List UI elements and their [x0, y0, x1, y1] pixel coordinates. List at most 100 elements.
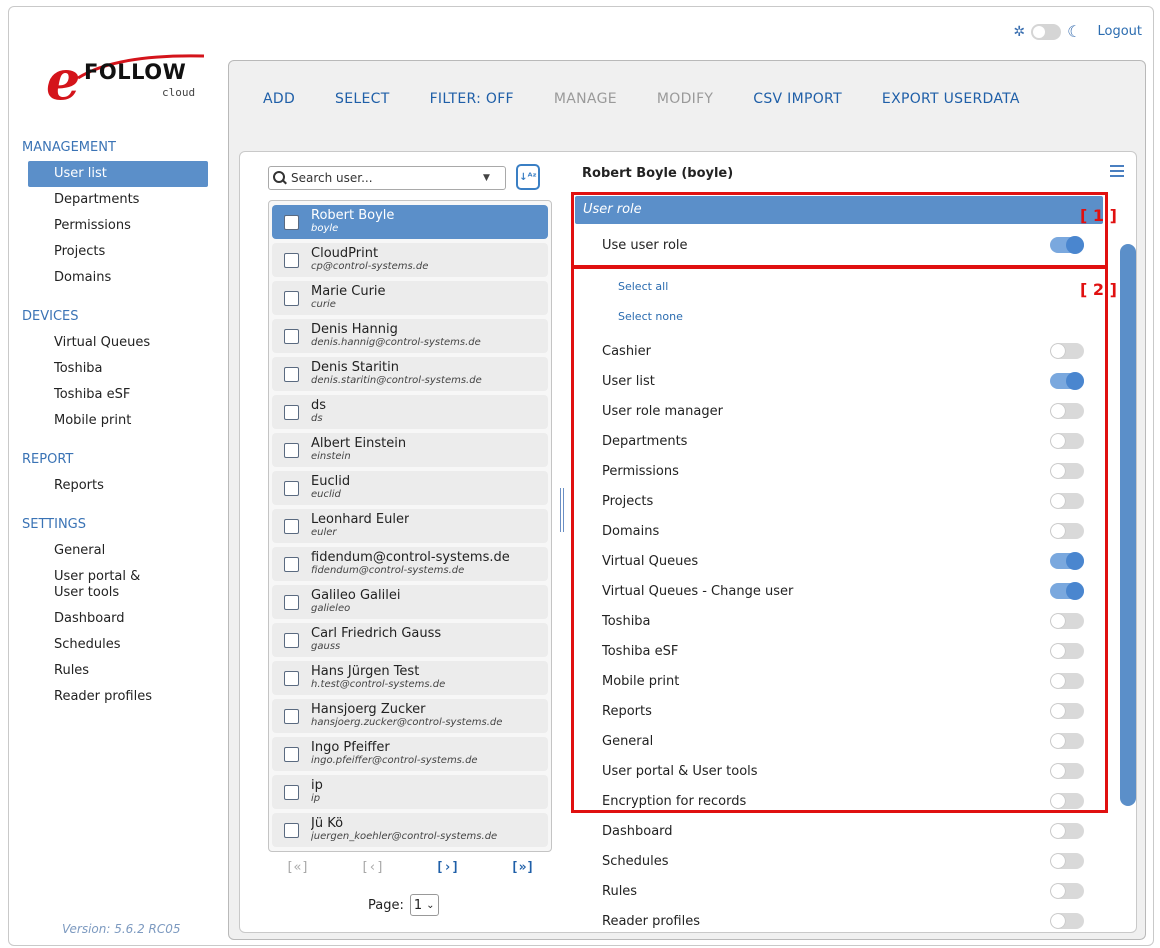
user-checkbox[interactable] — [284, 480, 299, 496]
user-text: Leonhard Euler euler — [311, 513, 409, 539]
sidebar-item-user-list[interactable]: User list — [28, 161, 208, 187]
filter-button[interactable]: FILTER: OFF — [430, 91, 514, 107]
user-text: Albert Einstein einstein — [311, 437, 406, 463]
sidebar-item-virtual-queues[interactable]: Virtual Queues — [22, 330, 208, 356]
user-row[interactable]: Jü Kö juergen_koehler@control-systems.de — [272, 813, 548, 847]
pager: [«] [‹] [›] [»] — [260, 860, 560, 875]
user-row[interactable]: fidendum@control-systems.de fidendum@cont… — [272, 547, 548, 581]
version-label: Version: 5.6.2 RC05 — [62, 922, 181, 936]
column-resize-handle[interactable] — [560, 488, 564, 532]
user-name: Jü Kö — [311, 817, 344, 831]
user-row[interactable]: Albert Einstein einstein — [272, 433, 548, 467]
detail-title: Robert Boyle (boyle) — [582, 166, 734, 181]
user-row[interactable]: Robert Boyle boyle — [272, 205, 548, 239]
user-checkbox[interactable] — [284, 632, 299, 648]
user-name: Ingo Pfeiffer — [311, 741, 390, 755]
user-row[interactable]: Denis Hannig denis.hannig@control-systems… — [272, 319, 548, 353]
sidebar-item-user-portal-user-tools[interactable]: User portal & User tools — [22, 564, 208, 606]
next-page-button[interactable]: [›] — [436, 860, 459, 875]
permission-row-reader-profiles: Reader profiles — [602, 906, 1084, 936]
moon-icon: ☾ — [1067, 22, 1082, 41]
logo: e FOLLOW cloud — [46, 52, 206, 112]
sidebar-item-mobile-print[interactable]: Mobile print — [22, 408, 208, 434]
user-row[interactable]: Euclid euclid — [272, 471, 548, 505]
permission-label: Dashboard — [602, 823, 673, 839]
user-checkbox[interactable] — [284, 290, 299, 306]
csv-import-button[interactable]: CSV IMPORT — [753, 91, 842, 107]
select-button[interactable]: SELECT — [335, 91, 390, 107]
user-checkbox[interactable] — [284, 366, 299, 382]
sidebar-item-dashboard[interactable]: Dashboard — [22, 606, 208, 632]
hamburger-menu-icon[interactable] — [1110, 165, 1124, 177]
export-userdata-button[interactable]: EXPORT USERDATA — [882, 91, 1020, 107]
user-login: cp@control-systems.de — [311, 261, 429, 272]
permission-toggle[interactable] — [1050, 853, 1084, 869]
user-checkbox[interactable] — [284, 442, 299, 458]
permission-toggle[interactable] — [1050, 883, 1084, 899]
permission-label: Schedules — [602, 853, 669, 869]
user-checkbox[interactable] — [284, 594, 299, 610]
user-row[interactable]: Leonhard Euler euler — [272, 509, 548, 543]
user-row[interactable]: Marie Curie curie — [272, 281, 548, 315]
sidebar-item-domains[interactable]: Domains — [22, 265, 208, 291]
user-checkbox[interactable] — [284, 822, 299, 838]
user-checkbox[interactable] — [284, 328, 299, 344]
user-row[interactable]: Hans Jürgen Test h.test@control-systems.d… — [272, 661, 548, 695]
sidebar-item-permissions[interactable]: Permissions — [22, 213, 208, 239]
user-row[interactable]: CloudPrint cp@control-systems.de — [272, 243, 548, 277]
permission-toggle[interactable] — [1050, 823, 1084, 839]
user-text: ip ip — [311, 779, 323, 805]
user-row[interactable]: Denis Staritin denis.staritin@control-sys… — [272, 357, 548, 391]
sidebar-item-general[interactable]: General — [22, 538, 208, 564]
add-button[interactable]: ADD — [263, 91, 295, 107]
user-name: Carl Friedrich Gauss — [311, 627, 442, 641]
sort-az-icon[interactable]: ↓ᴬᶻ — [516, 164, 540, 190]
sidebar-item-toshiba-esf[interactable]: Toshiba eSF — [22, 382, 208, 408]
user-row[interactable]: ds ds — [272, 395, 548, 429]
manage-button: MANAGE — [553, 91, 617, 107]
permission-row-rules: Rules — [602, 876, 1084, 906]
user-text: fidendum@control-systems.de fidendum@cont… — [311, 551, 510, 577]
permission-toggle[interactable] — [1050, 913, 1084, 929]
page-select[interactable]: 1 ⌄ — [409, 894, 439, 916]
user-name: Denis Hannig — [311, 323, 398, 337]
sidebar-item-reader-profiles[interactable]: Reader profiles — [22, 684, 208, 710]
logout-link[interactable]: Logout — [1097, 24, 1142, 39]
user-row[interactable]: ip ip — [272, 775, 548, 809]
search-input[interactable] — [291, 171, 481, 185]
user-checkbox[interactable] — [284, 708, 299, 724]
user-checkbox[interactable] — [284, 670, 299, 686]
user-checkbox[interactable] — [284, 784, 299, 800]
user-login: ds — [311, 413, 323, 424]
sidebar-item-rules[interactable]: Rules — [22, 658, 208, 684]
scrollbar[interactable] — [1120, 244, 1136, 806]
user-name: Hans Jürgen Test — [311, 665, 420, 679]
sidebar-item-projects[interactable]: Projects — [22, 239, 208, 265]
search-box[interactable]: ▼ — [268, 166, 506, 190]
user-checkbox[interactable] — [284, 404, 299, 420]
nav-section-title: SETTINGS — [22, 517, 87, 532]
last-page-button[interactable]: [»] — [511, 860, 534, 875]
user-name: fidendum@control-systems.de — [311, 551, 510, 565]
nav-section-title: REPORT — [22, 452, 74, 467]
user-row[interactable]: Galileo Galilei galieleo — [272, 585, 548, 619]
chevron-down-icon[interactable]: ▼ — [483, 173, 490, 183]
user-checkbox[interactable] — [284, 252, 299, 268]
sidebar-item-reports[interactable]: Reports — [22, 473, 208, 499]
theme-toggle[interactable] — [1031, 23, 1062, 40]
sidebar-item-schedules[interactable]: Schedules — [22, 632, 208, 658]
user-checkbox[interactable] — [284, 556, 299, 572]
user-checkbox[interactable] — [284, 214, 299, 230]
user-row[interactable]: Carl Friedrich Gauss gauss — [272, 623, 548, 657]
user-checkbox[interactable] — [284, 746, 299, 762]
user-checkbox[interactable] — [284, 518, 299, 534]
sidebar-item-toshiba[interactable]: Toshiba — [22, 356, 208, 382]
user-text: Jü Kö juergen_koehler@control-systems.de — [311, 817, 497, 843]
sidebar-item-departments[interactable]: Departments — [22, 187, 208, 213]
permission-row-schedules: Schedules — [602, 846, 1084, 876]
user-row[interactable]: Ingo Pfeiffer ingo.pfeiffer@control-syste… — [272, 737, 548, 771]
user-name: Euclid — [311, 475, 351, 489]
user-row[interactable]: Hansjoerg Zucker hansjoerg.zucker@control… — [272, 699, 548, 733]
permission-label: Rules — [602, 883, 638, 899]
user-text: Hansjoerg Zucker hansjoerg.zucker@control… — [311, 703, 502, 729]
